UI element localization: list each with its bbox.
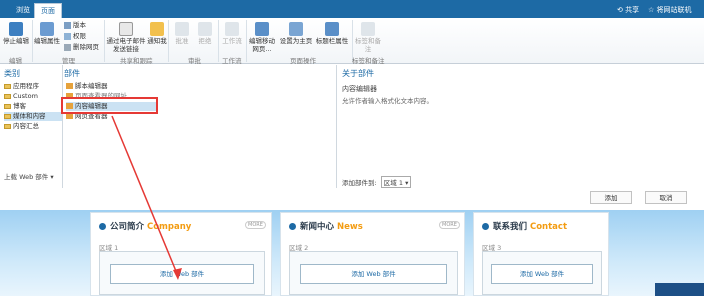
system-tray (655, 283, 704, 296)
annotation-arrow (111, 115, 182, 280)
